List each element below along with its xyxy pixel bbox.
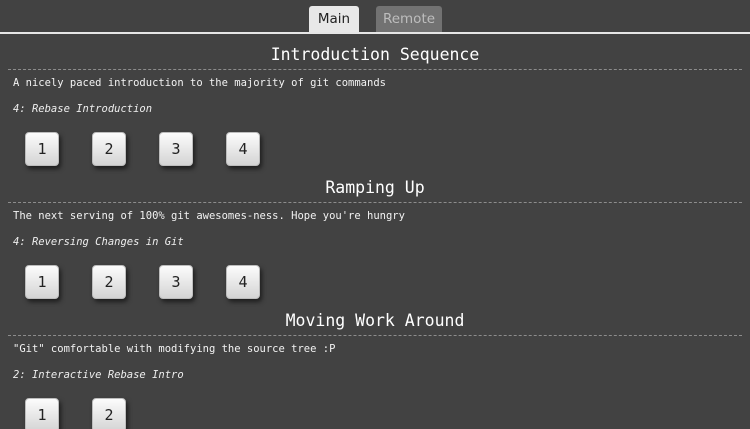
level-button-1[interactable]: 1: [25, 265, 59, 299]
section-description: A nicely paced introduction to the major…: [13, 77, 386, 89]
section-title: Moving Work Around: [285, 311, 465, 330]
section-title: Ramping Up: [325, 178, 425, 197]
section-title: Introduction Sequence: [270, 45, 480, 64]
section-status: 4: Rebase Introduction: [13, 103, 153, 115]
section-divider: [8, 69, 742, 70]
section-status: 4: Reversing Changes in Git: [13, 236, 184, 248]
section-divider: [8, 202, 742, 203]
level-button-3[interactable]: 3: [159, 265, 193, 299]
tab-remote[interactable]: Remote: [376, 6, 442, 32]
level-button-2[interactable]: 2: [92, 132, 126, 166]
level-button-4[interactable]: 4: [226, 265, 260, 299]
section-description: The next serving of 100% git awesomes-ne…: [13, 210, 405, 222]
level-button-2[interactable]: 2: [92, 265, 126, 299]
level-buttons: 1 2 3 4: [0, 132, 750, 172]
tab-bar: Main Remote: [0, 0, 750, 34]
section-description: "Git" comfortable with modifying the sou…: [13, 343, 336, 355]
level-buttons: 1 2: [0, 398, 750, 429]
level-button-4[interactable]: 4: [226, 132, 260, 166]
level-button-1[interactable]: 1: [25, 398, 59, 429]
level-button-3[interactable]: 3: [159, 132, 193, 166]
tab-main[interactable]: Main: [309, 6, 359, 32]
level-button-1[interactable]: 1: [25, 132, 59, 166]
section-divider: [8, 335, 742, 336]
level-buttons: 1 2 3 4: [0, 265, 750, 305]
level-button-2[interactable]: 2: [92, 398, 126, 429]
section-status: 2: Interactive Rebase Intro: [13, 369, 184, 381]
level-select-page: Main Remote Introduction Sequence A nice…: [0, 0, 750, 429]
